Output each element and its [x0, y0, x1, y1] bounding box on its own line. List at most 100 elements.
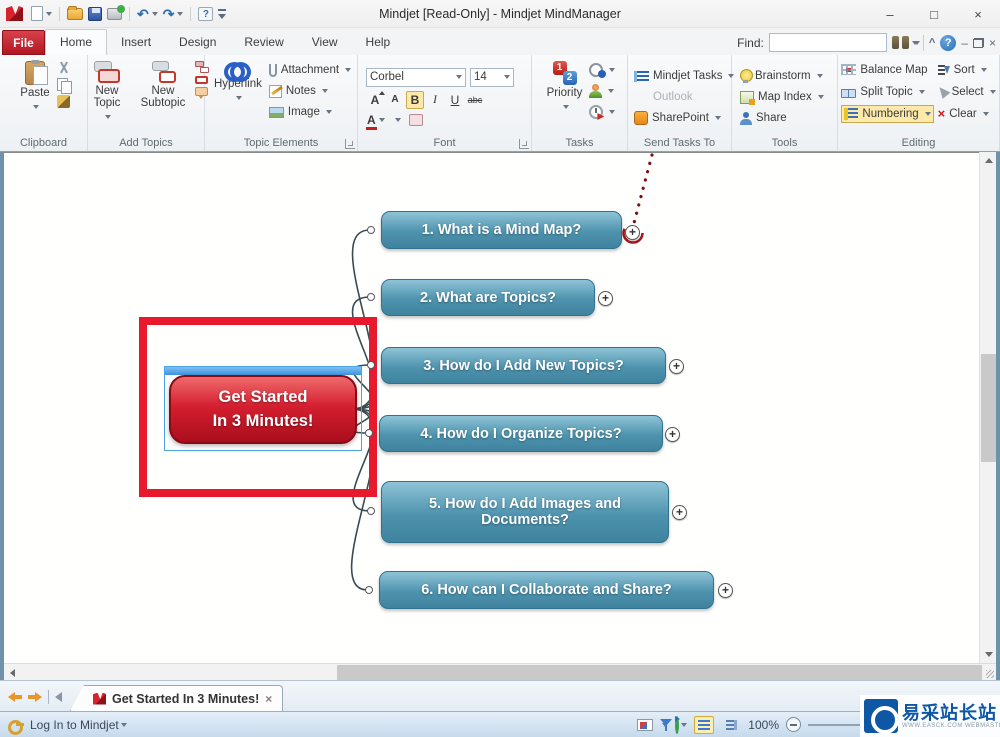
redo-button[interactable]: ↷	[163, 7, 184, 21]
horizontal-scroll-thumb[interactable]	[337, 665, 982, 680]
hyperlink-button[interactable]: Hyperlink	[211, 59, 265, 135]
scroll-down-button[interactable]	[980, 646, 997, 663]
task-info-button[interactable]	[589, 103, 615, 121]
italic-button[interactable]: I	[426, 91, 444, 109]
expand-button-1[interactable]: +	[625, 225, 640, 240]
link-dot-2	[367, 293, 375, 301]
notes-button[interactable]: Notes	[269, 82, 351, 100]
shrink-font-button[interactable]: A	[386, 91, 404, 109]
vertical-scroll-thumb[interactable]	[981, 354, 996, 462]
scroll-up-button[interactable]	[980, 152, 997, 169]
tab-design[interactable]: Design	[165, 30, 230, 55]
numbering-button[interactable]: Numbering	[841, 105, 933, 123]
expand-button-4[interactable]: +	[665, 427, 680, 442]
topic-4[interactable]: 4. How do I Organize Topics?	[379, 415, 663, 452]
vertical-scrollbar[interactable]	[979, 152, 996, 663]
select-button[interactable]: Select	[938, 83, 996, 101]
maximize-button[interactable]: □	[912, 0, 956, 28]
tab-scroll-left-button[interactable]	[55, 692, 62, 702]
close-button[interactable]: ×	[956, 0, 1000, 28]
font-color-button[interactable]: A	[366, 113, 385, 127]
document-tab-label: Get Started In 3 Minutes!	[112, 692, 259, 706]
mdi-close-button[interactable]: ×	[989, 36, 996, 50]
topic-2[interactable]: 2. What are Topics?	[381, 279, 595, 316]
document-tab-close-icon[interactable]: ×	[265, 692, 272, 706]
topic-3[interactable]: 3. How do I Add New Topics?	[381, 347, 666, 384]
find-input[interactable]	[770, 35, 912, 50]
new-subtopic-button[interactable]: New Subtopic	[135, 59, 191, 135]
topic-1[interactable]: 1. What is a Mind Map?	[381, 211, 622, 249]
font-family-select[interactable]: Corbel	[366, 68, 466, 87]
priority-button[interactable]: 12 Priority	[544, 59, 586, 135]
topic-6[interactable]: 6. How can I Collaborate and Share?	[379, 571, 714, 609]
undo-button[interactable]: ↶	[137, 7, 158, 21]
mdi-minimize-button[interactable]: –	[961, 36, 968, 50]
sort-button[interactable]: Sort	[938, 61, 996, 79]
new-topic-button[interactable]: New Topic	[83, 59, 131, 135]
central-topic[interactable]: Get Started In 3 Minutes!	[169, 375, 357, 444]
refresh-button[interactable]	[675, 718, 687, 732]
grow-font-button[interactable]: A	[366, 91, 384, 109]
brainstorm-button[interactable]: Brainstorm	[740, 67, 823, 85]
clear-button[interactable]: ×Clear	[938, 105, 996, 123]
expand-button-6[interactable]: +	[718, 583, 733, 598]
minimize-button[interactable]: –	[868, 0, 912, 28]
zoom-out-button[interactable]	[786, 717, 801, 732]
copy-button[interactable]	[57, 78, 70, 92]
watermark: 易采站长站 WWW.EASCK.COM WEBMASTER	[860, 695, 1000, 737]
paperclip-icon	[269, 64, 277, 77]
tab-help[interactable]: Help	[352, 30, 405, 55]
sharepoint-button[interactable]: SharePoint	[634, 109, 721, 127]
save-button[interactable]	[88, 7, 102, 21]
expand-button-5[interactable]: +	[672, 505, 687, 520]
horizontal-scrollbar[interactable]	[4, 663, 996, 680]
mdi-restore-button[interactable]	[973, 38, 984, 48]
customize-qat-button[interactable]	[218, 8, 228, 20]
split-topic-button[interactable]: Split Topic	[841, 83, 933, 101]
collapse-ribbon-button[interactable]: ^	[929, 37, 935, 49]
font-size-select[interactable]: 14	[470, 68, 514, 87]
balance-map-button[interactable]: Balance Map	[841, 61, 933, 79]
tab-home[interactable]: Home	[45, 29, 107, 55]
print-button[interactable]	[107, 8, 122, 20]
expand-button-2[interactable]: +	[598, 291, 613, 306]
underline-button[interactable]: U	[446, 91, 464, 109]
login-button[interactable]: Log In to Mindjet	[30, 718, 119, 732]
open-button[interactable]	[67, 8, 83, 20]
tab-insert[interactable]: Insert	[107, 30, 165, 55]
dialog-launcher-icon[interactable]	[345, 139, 355, 149]
font-dialog-launcher-icon[interactable]	[519, 139, 529, 149]
nav-forward-button[interactable]	[28, 692, 42, 702]
fit-map-toggle[interactable]	[694, 716, 714, 734]
help-button[interactable]: ?	[198, 7, 213, 21]
outline-view-toggle[interactable]	[721, 716, 741, 734]
tab-review[interactable]: Review	[230, 30, 297, 55]
topic-5[interactable]: 5. How do I Add Images and Documents?	[381, 481, 669, 543]
align-button[interactable]	[393, 113, 401, 127]
resources-button[interactable]	[589, 82, 615, 100]
presentation-mode-icon[interactable]	[637, 719, 653, 731]
nav-back-button[interactable]	[8, 692, 22, 702]
expand-button-3[interactable]: +	[669, 359, 684, 374]
help-circle-icon[interactable]: ?	[940, 35, 956, 51]
find-options-button[interactable]	[892, 36, 918, 50]
mindjet-tasks-button[interactable]: Mindjet Tasks	[634, 67, 734, 85]
share-button[interactable]: Share	[740, 109, 787, 127]
bold-button[interactable]: B	[406, 91, 424, 109]
progress-button[interactable]	[589, 61, 615, 79]
tab-view[interactable]: View	[298, 30, 352, 55]
filter-button[interactable]	[660, 718, 668, 732]
format-painter-button[interactable]	[57, 95, 70, 108]
scroll-left-button[interactable]	[4, 664, 21, 681]
map-index-button[interactable]: Map Index	[740, 88, 824, 106]
image-button[interactable]: Image	[269, 103, 351, 121]
cut-button[interactable]	[57, 61, 70, 75]
new-document-button[interactable]	[31, 6, 52, 21]
strikethrough-button[interactable]: abc	[466, 91, 484, 109]
map-canvas[interactable]: 1. What is a Mind Map? 2. What are Topic…	[4, 152, 996, 663]
paste-button[interactable]: Paste	[17, 59, 52, 135]
tab-file[interactable]: File	[2, 30, 45, 55]
document-tab[interactable]: Get Started In 3 Minutes! ×	[70, 685, 283, 711]
highlight-button[interactable]	[409, 114, 423, 126]
attachment-button[interactable]: Attachment	[269, 61, 351, 79]
